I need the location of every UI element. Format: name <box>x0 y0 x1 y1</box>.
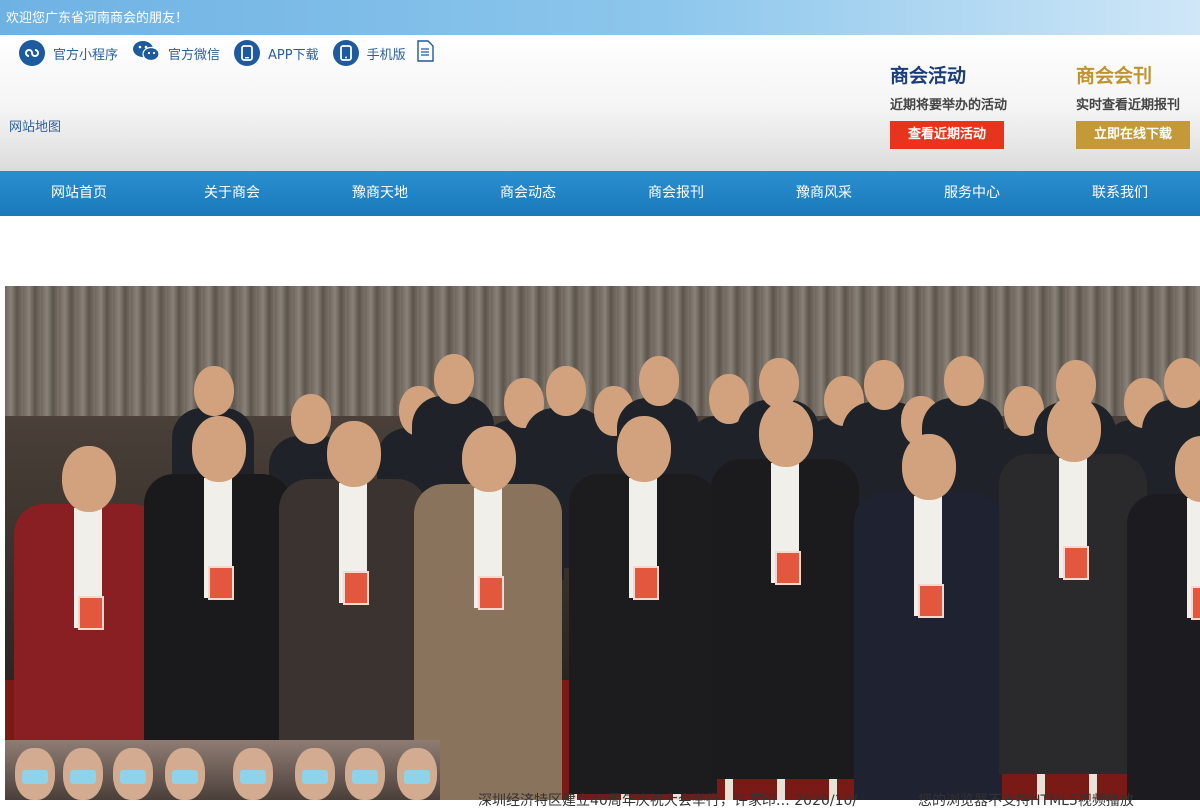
face-mask <box>240 770 266 784</box>
mobile-icon <box>332 40 359 66</box>
mini-program-icon <box>19 40 45 66</box>
face-mask <box>70 770 96 784</box>
sitemap-link[interactable]: 网站地图 <box>9 116 61 135</box>
mobile-version-label: 手机版 <box>366 47 406 63</box>
download-journal-button[interactable]: 立即在线下载 <box>1076 121 1190 149</box>
nav-about[interactable]: 关于商会 <box>158 171 306 216</box>
view-activities-button[interactable]: 查看近期活动 <box>890 121 1004 149</box>
document-icon <box>416 40 434 66</box>
nav-yushang-world[interactable]: 豫商天地 <box>306 171 454 216</box>
header: 官方小程序 官方微信 APP下载 手机版 网站地图 商会活动 近期将要举办的活动… <box>0 35 1200 171</box>
news-caption[interactable]: 深圳经济特区建立40周年庆祝大会举行，许家印… 2020/10/ <box>478 790 857 810</box>
face-mask <box>120 770 146 784</box>
promo-activity-subtitle: 近期将要举办的活动 <box>890 98 1008 113</box>
nav-news[interactable]: 商会动态 <box>454 171 602 216</box>
welcome-bar: 欢迎您广东省河南商会的朋友！ <box>0 0 1200 35</box>
promo-activity-title: 商会活动 <box>890 65 967 87</box>
promo-activity: 商会活动 近期将要举办的活动 查看近期活动 <box>890 61 1007 149</box>
promo-journal: 商会会刊 实时查看近期报刊 立即在线下载 <box>1076 61 1190 149</box>
news-thumbnail[interactable] <box>5 740 440 800</box>
mini-program-label: 官方小程序 <box>53 47 119 63</box>
wechat-icon <box>132 39 160 67</box>
app-download-label: APP下载 <box>268 47 319 63</box>
face-mask <box>302 770 328 784</box>
wechat-link[interactable]: 官方微信 <box>132 39 220 67</box>
face-mask <box>352 770 378 784</box>
nav-journal[interactable]: 商会报刊 <box>602 171 750 216</box>
phone-icon <box>234 40 261 66</box>
document-link[interactable] <box>416 40 434 66</box>
face-mask <box>22 770 48 784</box>
promo-journal-title: 商会会刊 <box>1076 65 1153 87</box>
video-unsupported-note: 您的浏览器不支持HTML5视频播放 <box>918 793 1134 809</box>
face-mask <box>172 770 198 784</box>
main-nav: 网站首页 关于商会 豫商天地 商会动态 商会报刊 豫商风采 服务中心 联系我们 <box>0 171 1200 216</box>
promo-journal-subtitle: 实时查看近期报刊 <box>1076 98 1181 113</box>
nav-showcase[interactable]: 豫商风采 <box>750 171 898 216</box>
mobile-version-link[interactable]: 手机版 <box>332 40 406 66</box>
app-download-link[interactable]: APP下载 <box>234 40 319 66</box>
nav-home[interactable]: 网站首页 <box>0 171 158 216</box>
quick-links: 官方小程序 官方微信 APP下载 手机版 <box>19 40 448 66</box>
banner-photo[interactable] <box>5 286 1200 800</box>
face-mask <box>404 770 430 784</box>
wechat-label: 官方微信 <box>168 47 221 63</box>
nav-service[interactable]: 服务中心 <box>898 171 1046 216</box>
nav-contact[interactable]: 联系我们 <box>1046 171 1194 216</box>
mini-program-link[interactable]: 官方小程序 <box>19 40 118 66</box>
